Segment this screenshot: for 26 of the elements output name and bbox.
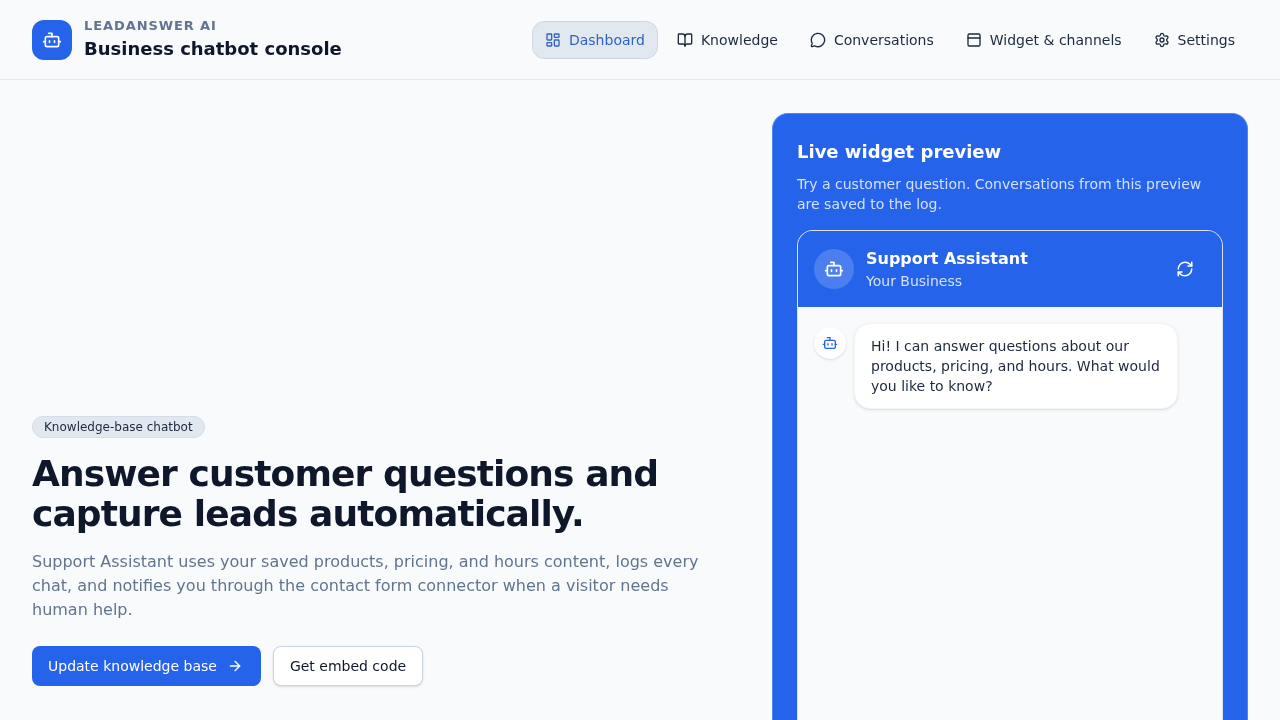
brand-label: LEADANSWER AI [84,16,218,35]
robot-avatar-icon [814,327,846,359]
nav-tab[interactable]: Widget & channels [952,20,1135,59]
console-title: Business chatbot console [84,36,342,61]
refresh-icon [1176,260,1194,278]
business-name: Your Business [866,272,964,291]
robot-avatar-icon [814,249,854,289]
product-tag: Knowledge-base chatbot [32,416,205,438]
nav-tab[interactable]: Settings [1140,20,1248,59]
settings-icon [1153,31,1170,48]
nav-tab[interactable]: Conversations [796,20,947,59]
nav-tab[interactable]: Dashboard [531,20,658,59]
chat-message: Hi! I can answer questions about our products, pricing, and hours. What would you like to know? [854,323,1178,409]
nav-tab[interactable]: Knowledge [663,20,791,59]
hero-heading: Answer customer questions and capture leads automatically. [32,454,660,534]
grid-icon [544,31,561,48]
preview-description: Try a customer question. Conversations from this preview are saved to the log. [797,175,1203,214]
book-icon [676,31,693,48]
update-knowledge-button[interactable]: Update knowledge base [32,646,261,686]
hero-description: Support Assistant uses your saved products, pricing, and hours content, logs every chat, and notifies you through the contact form connector when a visitor needs human help. [32,551,700,621]
assistant-name: Support Assistant [866,248,1029,270]
preview-title: Live widget preview [797,140,1003,164]
speech-bubble-icon [809,31,826,48]
window-icon [965,31,982,48]
robot-logo-icon [32,19,72,60]
embed-code-button[interactable]: Get embed code [272,646,424,686]
